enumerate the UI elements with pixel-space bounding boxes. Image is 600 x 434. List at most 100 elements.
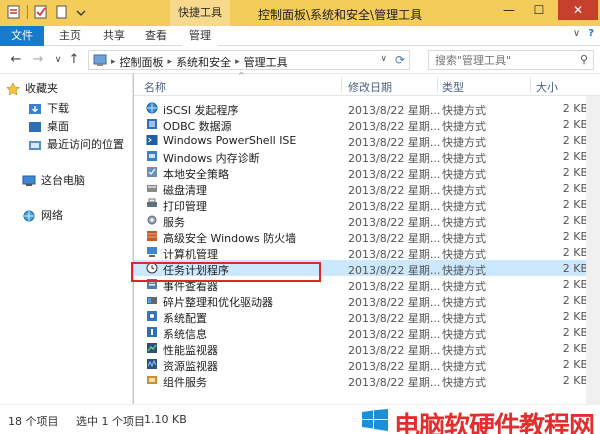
computer-icon (22, 175, 36, 187)
tab-home[interactable]: 主页 (52, 26, 88, 46)
column-header-name[interactable]: 名称 (144, 79, 166, 95)
new-folder-icon[interactable] (53, 4, 69, 20)
control-panel-icon (93, 53, 107, 70)
file-size: 2 KB (562, 374, 588, 387)
file-row[interactable]: 系统配置 2013/8/22 星期... 快捷方式 2 KB (134, 308, 600, 325)
breadcrumb-control-panel[interactable]: 控制面板 (120, 54, 164, 70)
recent-locations-icon[interactable]: ∨ (50, 52, 66, 68)
file-row[interactable]: 磁盘清理 2013/8/22 星期... 快捷方式 2 KB (134, 180, 600, 197)
column-divider[interactable] (341, 77, 342, 93)
customize-toolbar-icon[interactable] (73, 4, 89, 20)
vertical-scrollbar[interactable] (586, 96, 600, 404)
title-bar: 快捷工具 控制面板\系统和安全\管理工具 — ☐ ✕ (0, 0, 600, 26)
column-header-size[interactable]: 大小 (536, 79, 558, 95)
properties-icon[interactable] (6, 4, 22, 20)
navigation-pane: 收藏夹 下载 桌面 最近访问的位置 这台电脑 网络 (0, 74, 133, 404)
nav-item-downloads[interactable]: 下载 (28, 100, 69, 118)
tab-share[interactable]: 共享 (96, 26, 132, 46)
file-row[interactable]: 高级安全 Windows 防火墙 2013/8/22 星期... 快捷方式 2 KB (134, 228, 600, 245)
file-row[interactable]: 资源监视器 2013/8/22 星期... 快捷方式 2 KB (134, 356, 600, 373)
file-row[interactable]: 性能监视器 2013/8/22 星期... 快捷方式 2 KB (134, 340, 600, 357)
help-icon[interactable]: ? (588, 28, 594, 39)
refresh-icon[interactable]: ⟳ (395, 53, 405, 67)
sort-up-icon: ^ (238, 71, 245, 80)
nav-item-recent[interactable]: 最近访问的位置 (28, 136, 124, 154)
tab-file[interactable]: 文件 (0, 26, 44, 46)
file-name: Windows PowerShell ISE (163, 134, 297, 147)
recent-places-icon (28, 139, 42, 151)
tab-manage[interactable]: 管理 (182, 26, 218, 46)
file-size: 2 KB (562, 326, 588, 339)
column-header-type[interactable]: 类型 (442, 79, 464, 95)
tab-view[interactable]: 查看 (138, 26, 174, 46)
file-size: 2 KB (562, 358, 588, 371)
memory-icon (146, 150, 158, 162)
nav-item-this-pc[interactable]: 这台电脑 (22, 172, 85, 190)
windows-logo-icon (362, 409, 388, 431)
column-header-date[interactable]: 修改日期 (348, 79, 392, 95)
disk-cleanup-icon (146, 182, 158, 194)
search-box[interactable]: ⚲ (428, 50, 594, 70)
computer-management-icon (146, 246, 158, 258)
search-icon[interactable]: ⚲ (580, 53, 588, 66)
column-divider[interactable] (437, 77, 438, 93)
file-row[interactable]: 计算机管理 2013/8/22 星期... 快捷方式 2 KB (134, 244, 600, 261)
forward-arrow-icon[interactable]: → (30, 52, 46, 68)
file-row[interactable]: 系统信息 2013/8/22 星期... 快捷方式 2 KB (134, 324, 600, 341)
file-row[interactable]: 碎片整理和优化驱动器 2013/8/22 星期... 快捷方式 2 KB (134, 292, 600, 309)
column-divider[interactable] (530, 77, 531, 93)
properties-check-icon[interactable] (33, 4, 49, 20)
file-row[interactable]: 事件查看器 2013/8/22 星期... 快捷方式 2 KB (134, 276, 600, 293)
file-size: 2 KB (562, 342, 588, 355)
file-name: 组件服务 (163, 376, 207, 389)
file-row[interactable]: 任务计划程序 2013/8/22 星期... 快捷方式 2 KB (134, 260, 600, 277)
nav-label-downloads: 下载 (47, 102, 69, 115)
event-viewer-icon (146, 278, 158, 290)
file-row[interactable]: ODBC 数据源 2013/8/22 星期... 快捷方式 2 KB (134, 116, 600, 133)
globe-icon (146, 102, 158, 114)
file-row[interactable]: 组件服务 2013/8/22 星期... 快捷方式 2 KB (134, 372, 600, 389)
back-arrow-icon[interactable]: ← (8, 52, 24, 68)
file-row[interactable]: 服务 2013/8/22 星期... 快捷方式 2 KB (134, 212, 600, 229)
file-row[interactable]: Windows PowerShell ISE 2013/8/22 星期... 快捷方… (134, 132, 600, 149)
desktop-icon (28, 121, 42, 133)
file-list: ^ 名称 修改日期 类型 大小 iSCSI 发起程序 2013/8/22 星期..… (134, 71, 600, 404)
nav-label-desktop: 桌面 (47, 120, 69, 133)
nav-label-network: 网络 (41, 209, 63, 222)
maximize-button[interactable]: ☐ (526, 0, 552, 20)
file-size: 2 KB (562, 198, 588, 211)
breadcrumb-system-security[interactable]: 系统和安全 (176, 54, 231, 70)
expand-ribbon-icon[interactable]: ∨ (573, 28, 580, 39)
address-bar[interactable]: ▸ 控制面板 ▸ 系统和安全 ▸ 管理工具 ∨ ⟳ (88, 50, 410, 70)
search-input[interactable] (429, 51, 569, 69)
resource-monitor-icon (146, 358, 158, 370)
file-row[interactable]: Windows 内存诊断 2013/8/22 星期... 快捷方式 2 KB (134, 148, 600, 165)
nav-item-desktop[interactable]: 桌面 (28, 118, 69, 136)
file-row[interactable]: iSCSI 发起程序 2013/8/22 星期... 快捷方式 2 KB (134, 100, 600, 117)
status-selection: 选中 1 个项目 (76, 415, 145, 428)
file-size: 2 KB (562, 102, 588, 115)
file-size: 2 KB (562, 166, 588, 179)
star-icon (6, 82, 20, 96)
breadcrumb-admin-tools[interactable]: 管理工具 (244, 54, 288, 70)
system-config-icon (146, 310, 158, 322)
file-size: 2 KB (562, 214, 588, 227)
address-dropdown-icon[interactable]: ∨ (380, 54, 387, 64)
nav-item-network[interactable]: 网络 (22, 207, 63, 225)
nav-item-favorites[interactable]: 收藏夹 (6, 80, 58, 98)
defrag-icon (146, 294, 158, 306)
network-icon (22, 210, 36, 222)
nav-label-this-pc: 这台电脑 (41, 174, 85, 187)
toolbar-divider (27, 5, 28, 19)
breadcrumb: ▸ 控制面板 ▸ 系统和安全 ▸ 管理工具 (111, 54, 288, 70)
nav-label-favorites: 收藏夹 (25, 82, 58, 95)
up-arrow-icon[interactable]: ↑ (66, 52, 82, 68)
ribbon-tabs: 文件 主页 共享 查看 管理 ∨ ? (0, 26, 600, 46)
breadcrumb-separator-icon: ▸ (167, 57, 173, 67)
context-tab-label: 快捷工具 (170, 0, 230, 26)
file-row[interactable]: 打印管理 2013/8/22 星期... 快捷方式 2 KB (134, 196, 600, 213)
minimize-button[interactable]: — (496, 0, 522, 20)
file-row[interactable]: 本地安全策略 2013/8/22 星期... 快捷方式 2 KB (134, 164, 600, 181)
window-title: 控制面板\系统和安全\管理工具 (258, 8, 423, 22)
close-button[interactable]: ✕ (558, 0, 598, 20)
